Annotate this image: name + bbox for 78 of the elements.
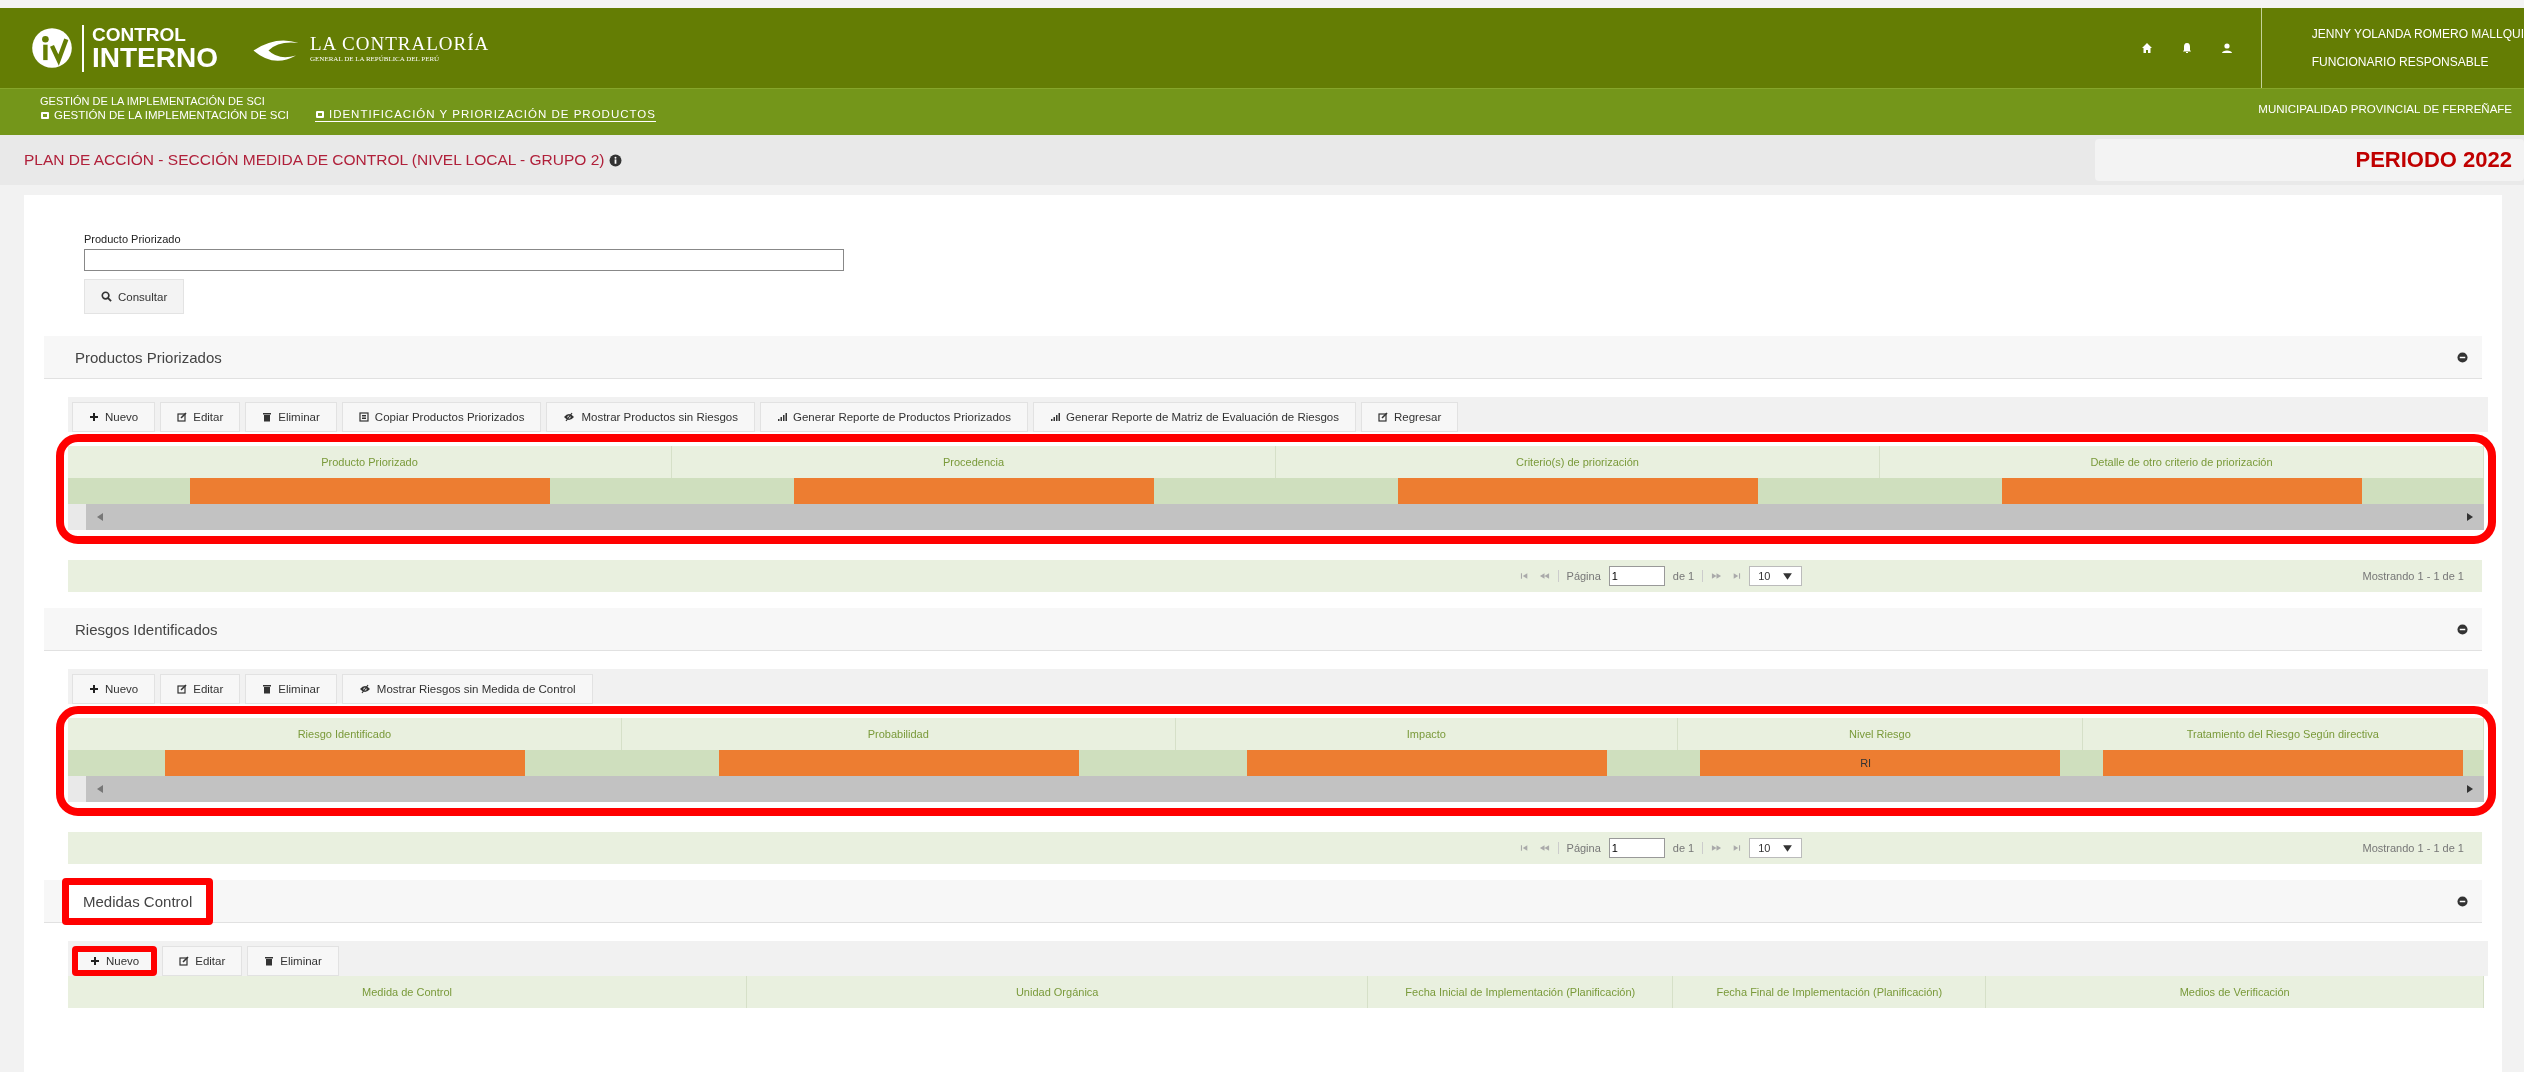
- page-input[interactable]: 1: [1608, 566, 1665, 586]
- toolbar-button[interactable]: Eliminar: [247, 946, 339, 976]
- search-icon: [101, 291, 112, 302]
- list-icon: [358, 412, 369, 422]
- next-page-icon[interactable]: [1711, 844, 1723, 852]
- toolbar-button[interactable]: Eliminar: [245, 402, 337, 432]
- trash-icon: [262, 684, 273, 694]
- caret-icon: [1782, 571, 1794, 581]
- toolbar-button[interactable]: Generar Reporte de Productos Priorizados: [760, 402, 1028, 432]
- bell-icon[interactable]: [2180, 42, 2193, 54]
- previous-page-icon[interactable]: [1538, 572, 1550, 580]
- eye-slash-icon: [563, 412, 576, 422]
- edit-icon: [177, 412, 188, 422]
- section-title: Medidas Control: [62, 877, 214, 925]
- caret-icon: [1782, 843, 1794, 853]
- logo-title: CONTROL: [92, 24, 187, 44]
- toolbar-button[interactable]: Regresar: [1360, 402, 1459, 432]
- field-label: Producto Priorizado: [84, 233, 181, 245]
- toolbar-button[interactable]: Copiar Productos Priorizados: [341, 402, 542, 432]
- eye-slash-icon: [358, 684, 371, 694]
- horizontal-scrollbar[interactable]: [68, 776, 2484, 802]
- toolbar-button[interactable]: Mostrar Productos sin Riesgos: [546, 402, 755, 432]
- trash-icon: [264, 956, 275, 966]
- scroll-left-icon[interactable]: [96, 784, 104, 794]
- plus-icon: [89, 684, 99, 694]
- table-cell: RI: [1860, 757, 1872, 769]
- user-icon[interactable]: [2220, 42, 2233, 54]
- record-summary: Mostrando 1 - 1 de 1: [2362, 570, 2464, 582]
- plus-icon: [90, 956, 100, 966]
- toolbar-button[interactable]: Editar: [160, 402, 241, 432]
- scroll-right-icon[interactable]: [2466, 512, 2474, 522]
- folder-icon: [314, 109, 325, 119]
- page-input[interactable]: 1: [1608, 838, 1665, 858]
- page-size-select[interactable]: 10: [1749, 566, 1803, 586]
- page-count: de 1: [1672, 842, 1704, 854]
- toolbar-button[interactable]: Nuevo: [72, 402, 156, 432]
- previous-page-icon[interactable]: [1538, 844, 1550, 852]
- logo-icon: [30, 26, 74, 70]
- product-input[interactable]: [84, 249, 844, 271]
- trash-icon: [262, 412, 273, 422]
- toolbar-button[interactable]: Nuevo: [72, 674, 156, 704]
- logo-title: INTERNO: [92, 43, 218, 72]
- entity-name: MUNICIPALIDAD PROVINCIAL DE FERREÑAFE: [2258, 102, 2513, 115]
- toolbar-button[interactable]: Editar: [162, 946, 243, 976]
- toolbar-button[interactable]: Generar Reporte de Matriz de Evaluación de Riesgos: [1033, 402, 1356, 432]
- collapse-icon[interactable]: [2457, 623, 2468, 635]
- edit-icon: [179, 956, 190, 966]
- scroll-right-icon[interactable]: [2466, 784, 2474, 794]
- search-button[interactable]: Consultar: [84, 279, 185, 314]
- info-icon[interactable]: [608, 153, 622, 167]
- period-badge: PERIODO 2022: [2095, 139, 2524, 181]
- horizontal-scrollbar[interactable]: [68, 504, 2484, 530]
- home-icon[interactable]: [2140, 42, 2153, 54]
- user-role[interactable]: FUNCIONARIO RESPONSABLE: [2311, 55, 2524, 69]
- next-page-icon[interactable]: [1711, 572, 1723, 580]
- scroll-left-icon[interactable]: [96, 512, 104, 522]
- bar-chart-icon: [1050, 412, 1060, 422]
- edit-icon: [1377, 412, 1388, 422]
- user-name[interactable]: JENNY YOLANDA ROMERO MALLQUI: [2311, 27, 2524, 41]
- section-title: Riesgos Identificados: [74, 619, 219, 640]
- toolbar-button[interactable]: Eliminar: [245, 674, 337, 704]
- record-summary: Mostrando 1 - 1 de 1: [2362, 842, 2464, 854]
- section-title: Productos Priorizados: [74, 347, 223, 368]
- page-title: PLAN DE ACCIÓN - SECCIÓN MEDIDA DE CONTROL (NIVEL LOCAL - GRUPO 2): [24, 151, 605, 169]
- page-label: Página: [1557, 842, 1601, 854]
- folder-icon: [40, 109, 50, 120]
- plus-icon: [89, 412, 99, 422]
- bar-chart-icon: [777, 412, 787, 422]
- page-size-select[interactable]: 10: [1749, 838, 1803, 858]
- collapse-icon[interactable]: [2457, 351, 2468, 363]
- toolbar-button[interactable]: Mostrar Riesgos sin Medida de Control: [341, 674, 593, 704]
- toolbar-button[interactable]: Editar: [160, 674, 241, 704]
- page-count: de 1: [1672, 570, 1704, 582]
- page-label: Página: [1557, 570, 1601, 582]
- toolbar-button[interactable]: Nuevo: [72, 946, 158, 976]
- collapse-icon[interactable]: [2457, 895, 2468, 907]
- org-name: LA CONTRALORÍA: [310, 33, 490, 55]
- edit-icon: [177, 684, 188, 694]
